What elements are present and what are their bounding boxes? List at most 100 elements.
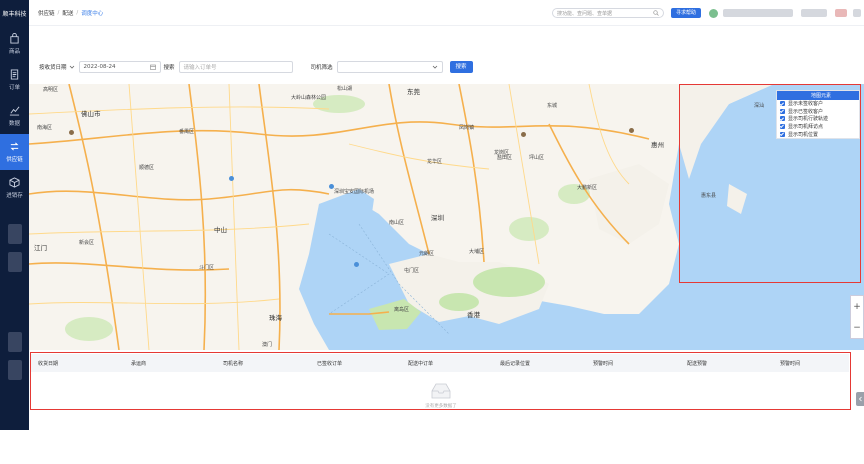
sidebar-item-products[interactable]: 商品	[0, 26, 29, 62]
map-label: 松山湖	[337, 86, 353, 92]
checkbox-checked-icon[interactable]	[780, 108, 785, 114]
table-empty-state: 没有更多数据了	[421, 383, 461, 409]
empty-state-text: 没有更多数据了	[425, 404, 457, 409]
side-drawer-tab[interactable]	[856, 392, 864, 406]
checkbox-checked-icon[interactable]	[780, 101, 785, 107]
map-pin-icon	[354, 262, 359, 267]
map-label: 深圳	[431, 214, 444, 222]
layer-toggle-unsigned-customers[interactable]: 显示未签收客户	[777, 100, 859, 108]
sidebar: 顺丰科技 商品 订单 数据 供应链 进销存	[0, 0, 29, 430]
search-icon	[653, 10, 659, 16]
map-label: 盐田区	[497, 155, 513, 161]
date-value: 2022-08-24	[83, 64, 116, 70]
column-header[interactable]: 收货日期	[38, 360, 58, 367]
table-header: 收货日期 承运商 司机名称 已签收订单 配送中订单 最后记录位置 预警时间 配送…	[31, 354, 849, 372]
sidebar-item-supply-chain[interactable]: 供应链	[0, 134, 29, 170]
map-label: 番禺区	[179, 129, 195, 135]
map-label: 佛山市	[81, 110, 101, 118]
checkbox-checked-icon[interactable]	[780, 131, 785, 137]
sidebar-hidden-item	[7, 332, 22, 352]
map-label: 元朗区	[419, 251, 435, 257]
map-label: 珠海	[269, 314, 282, 322]
map-label: 惠州	[651, 141, 664, 149]
chart-icon	[9, 106, 20, 116]
column-header[interactable]: 司机名称	[223, 360, 243, 367]
map-label: 离岛区	[394, 307, 410, 313]
layer-toggle-label: 显示司机行驶轨迹	[788, 116, 829, 123]
sidebar-item-label: 供应链	[6, 157, 23, 163]
global-search-input[interactable]: 搜功能、查问题、查单据	[551, 8, 664, 18]
sidebar-hidden-item	[7, 224, 22, 244]
checkbox-checked-icon[interactable]	[780, 116, 785, 122]
layer-toggle-signed-customers[interactable]: 显示已签收客户	[777, 108, 859, 116]
map-label: 东莞	[407, 88, 420, 96]
top-bar: 供应链 / 配送 / 调度中心 搜功能、查问题、查单据 寻求帮助	[29, 0, 864, 26]
account-info-blurred	[853, 9, 861, 17]
map-label: 斗门区	[199, 265, 215, 271]
route-icon	[10, 142, 19, 151]
date-type-value: 按收货日期	[39, 65, 67, 71]
sidebar-item-label: 订单	[8, 85, 20, 91]
layer-toggle-label: 显示未签收客户	[788, 101, 824, 108]
account-info-blurred	[801, 9, 827, 17]
checkbox-checked-icon[interactable]	[780, 124, 785, 130]
column-header[interactable]: 配送中订单	[408, 360, 433, 367]
breadcrumb-current: 调度中心	[81, 10, 104, 17]
park-area	[65, 317, 113, 341]
column-header[interactable]: 预警时间	[780, 360, 800, 367]
layer-toggle-driver-visits[interactable]: 显示司机拜访点	[777, 123, 859, 131]
map-label: 顺德区	[139, 165, 155, 171]
layer-toggle-driver-location[interactable]: 显示司机位置	[777, 130, 859, 138]
date-type-select[interactable]: 按收货日期	[39, 61, 75, 73]
box-icon	[9, 177, 20, 188]
map-pin-icon	[521, 132, 526, 137]
map-label: 坪山区	[529, 155, 545, 161]
sidebar-item-label: 商品	[8, 49, 20, 55]
help-button[interactable]: 寻求帮助	[670, 8, 701, 18]
map-layer-panel: 地图元素 显示未签收客户 显示已签收客户 显示司机行驶轨迹 显示司机拜访点 显示…	[776, 90, 860, 139]
column-header[interactable]: 最后记录位置	[500, 360, 530, 367]
sidebar-hidden-item	[7, 252, 22, 272]
sidebar-item-data[interactable]: 数据	[0, 98, 29, 134]
sidebar-item-label: 数据	[8, 121, 20, 127]
column-header[interactable]: 配送预警	[687, 360, 707, 367]
map-label: 南海区	[37, 125, 53, 131]
layer-toggle-label: 显示司机拜访点	[788, 124, 824, 131]
bag-icon	[10, 33, 19, 44]
map-zoom-control: + −	[850, 295, 864, 339]
user-avatar[interactable]	[709, 8, 718, 18]
filter-bar: 按收货日期 2022-08-24 搜索 请输入订单号 司机筛选 搜索	[29, 56, 864, 78]
column-header[interactable]: 预警时间	[593, 360, 613, 367]
column-header[interactable]: 已签收订单	[317, 360, 342, 367]
layer-toggle-label: 显示司机位置	[788, 131, 819, 138]
map-label: 江门	[34, 244, 47, 252]
column-header[interactable]: 承运商	[131, 360, 146, 367]
breadcrumb-item[interactable]: 供应链	[38, 9, 55, 17]
document-icon	[10, 69, 19, 80]
map-label: 南山区	[389, 220, 405, 226]
global-search-placeholder: 搜功能、查问题、查单据	[556, 10, 612, 17]
breadcrumb-separator: /	[57, 9, 60, 16]
sidebar-hidden-item	[7, 360, 22, 380]
map-label: 东城	[547, 103, 558, 109]
map-label: 香港	[467, 311, 480, 319]
sidebar-item-inventory[interactable]: 进销存	[0, 170, 29, 206]
account-info-blurred	[723, 9, 793, 17]
map-label: 新会区	[79, 240, 95, 246]
chevron-down-icon	[432, 65, 437, 69]
date-picker[interactable]: 2022-08-24	[78, 61, 161, 73]
zoom-out-button[interactable]: −	[853, 323, 861, 333]
chevron-left-icon	[858, 396, 862, 402]
search-button[interactable]: 搜索	[449, 61, 473, 73]
breadcrumb-separator: /	[76, 9, 79, 16]
sidebar-item-orders[interactable]: 订单	[0, 62, 29, 98]
layer-toggle-driver-track[interactable]: 显示司机行驶轨迹	[777, 115, 859, 123]
calendar-icon	[149, 64, 156, 70]
driver-filter-select[interactable]	[336, 61, 443, 73]
map-label: 屯门区	[404, 268, 420, 274]
breadcrumb-item[interactable]: 配送	[62, 9, 73, 17]
order-search-input[interactable]: 请输入订单号	[178, 61, 293, 73]
driver-filter-label: 司机筛选	[310, 65, 333, 71]
zoom-in-button[interactable]: +	[853, 302, 861, 312]
map-pin-icon	[69, 130, 74, 135]
